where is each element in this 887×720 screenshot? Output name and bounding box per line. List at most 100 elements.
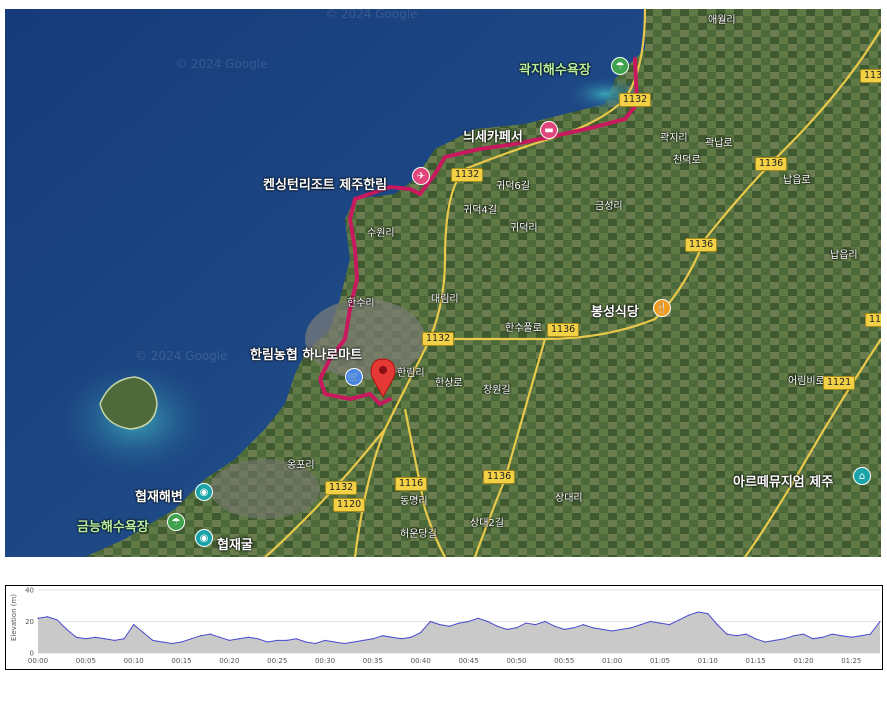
elevation-point (630, 627, 632, 629)
elevation-point (716, 624, 718, 626)
elevation-point (381, 635, 384, 637)
elevation-point (305, 641, 307, 643)
elevation-point (726, 633, 728, 635)
place-label: 귀덕리 (510, 223, 538, 234)
hotel-icon[interactable]: ▬ (540, 121, 558, 139)
elevation-point (85, 638, 87, 640)
shopping-cart-icon[interactable]: 🛒 (345, 368, 363, 386)
place-label: 옹포리 (287, 460, 315, 471)
elevation-point (821, 636, 824, 638)
elevation-point (573, 627, 575, 629)
restaurant-icon[interactable]: 🍴 (653, 299, 671, 317)
elevation-point (439, 624, 441, 626)
elevation-point (783, 638, 785, 640)
map-watermark: © 2024 Google (175, 57, 268, 71)
elevation-point (295, 638, 297, 640)
elevation-point (582, 624, 584, 626)
elevation-point (171, 642, 173, 645)
elevation-point (831, 633, 833, 635)
elevation-point (133, 624, 135, 626)
elevation-point (343, 642, 345, 645)
elevation-point (286, 639, 288, 641)
elevation-point (420, 631, 422, 634)
elevation-point (802, 633, 805, 635)
elevation-point (46, 616, 49, 618)
road-shield: 1136 (865, 313, 881, 327)
place-label[interactable]: 한림농협 하나로마트 (250, 344, 362, 363)
elevation-point (534, 624, 537, 626)
resort-icon[interactable]: ✈ (412, 167, 430, 185)
elevation-point (324, 639, 326, 641)
camera-icon[interactable]: ◉ (195, 483, 213, 501)
elevation-point (869, 633, 872, 635)
place-label[interactable]: 금능해수욕장 (77, 516, 149, 535)
elevation-point (735, 635, 738, 637)
place-label: 상대리 (555, 493, 583, 504)
elevation-point (764, 641, 766, 643)
map-watermark: © 2024 Google (325, 9, 418, 21)
x-tick-label: 01:10 (698, 657, 718, 665)
elevation-point (190, 638, 192, 640)
elevation-point (707, 613, 709, 615)
x-tick-label: 01:25 (841, 657, 861, 665)
elevation-point (649, 620, 651, 623)
beach-icon[interactable]: ☂ (167, 513, 185, 531)
elevation-point (75, 636, 77, 638)
elevation-point (334, 641, 336, 643)
museum-icon[interactable]: ⌂ (853, 467, 871, 485)
place-label: 귀덕4길 (463, 205, 497, 216)
place-label: 애월리 (708, 15, 736, 26)
y-tick-label: 20 (25, 618, 34, 626)
elevation-point (228, 639, 230, 641)
elevation-point (668, 624, 671, 626)
place-label[interactable]: 곽지해수욕장 (519, 59, 591, 78)
road-shield: 1136 (483, 470, 516, 484)
elevation-point (659, 622, 661, 624)
place-label: 한림리 (397, 368, 425, 379)
elevation-profile: Elevation (m) 0 20 40 00:00 00:05 00:10 00:15 0… (5, 585, 883, 670)
place-label[interactable]: 아르떼뮤지엄 제주 (733, 471, 833, 490)
elevation-point (152, 639, 154, 641)
beach-icon[interactable]: ☂ (611, 57, 629, 75)
elevation-point (94, 636, 97, 638)
elevation-point (515, 627, 518, 629)
place-label[interactable]: 늬세카페서 (463, 126, 523, 145)
place-label: 한수풀로 (505, 323, 542, 334)
elevation-chart: Elevation (m) 0204000:00 00:05 00:10 00:15 0… (10, 587, 881, 665)
x-tick-label: 00:20 (219, 657, 239, 665)
place-label[interactable]: 봉성식당 (591, 301, 639, 320)
place-label: 대림리 (431, 294, 459, 305)
place-label: 한상로 (435, 378, 463, 389)
elevation-point (467, 620, 470, 623)
elevation-point (429, 620, 431, 623)
elevation-point (793, 635, 795, 637)
elevation-point (477, 617, 479, 619)
road-shield: 1136 (755, 157, 788, 171)
place-label[interactable]: 협재해변 (135, 486, 183, 505)
place-label[interactable]: 협재굴 (217, 534, 253, 553)
road-shield: 1136 (685, 238, 718, 252)
elevation-point (621, 628, 623, 630)
x-tick-label: 01:20 (793, 657, 813, 665)
place-label[interactable]: 켄싱턴리조트 제주한림 (263, 174, 387, 193)
elevation-point (362, 639, 364, 641)
elevation-point (525, 622, 527, 624)
road-shield: 1132 (422, 332, 455, 346)
elevation-point (697, 611, 699, 613)
elevation-area (38, 612, 880, 653)
satellite-map[interactable]: © 2024 Google © 2024 Google © 2024 Googl… (5, 9, 881, 557)
elevation-point (161, 641, 163, 643)
elevation-point (104, 638, 106, 640)
elevation-point (391, 636, 393, 638)
camera-icon[interactable]: ◉ (195, 529, 213, 547)
place-label: 납읍로 (783, 175, 811, 186)
road-shield: 1132 (325, 481, 358, 495)
elevation-point (592, 627, 594, 629)
elevation-point (554, 625, 556, 627)
place-label: 귀덕6길 (496, 181, 530, 192)
elevation-point (247, 636, 250, 638)
x-tick-label: 01:15 (746, 657, 766, 665)
elevation-point (238, 638, 240, 640)
elevation-point (113, 639, 116, 641)
place-label: 창원길 (483, 385, 511, 396)
